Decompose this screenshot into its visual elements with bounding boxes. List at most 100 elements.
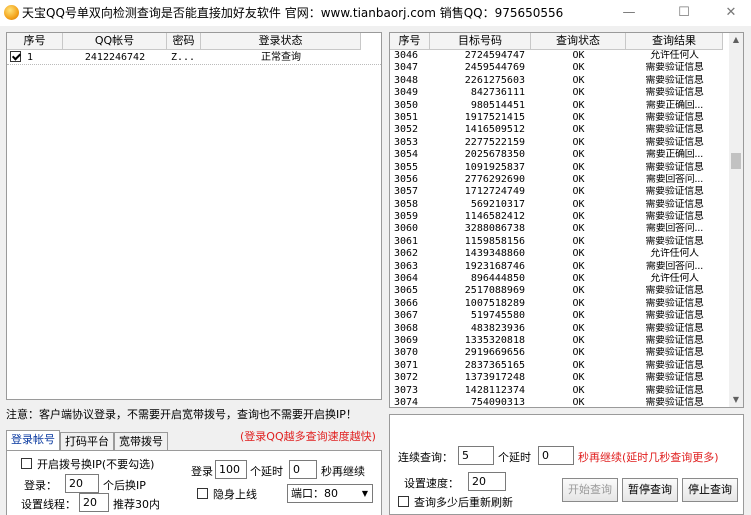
query-delay-input[interactable]: 0 [538, 446, 574, 465]
results-scrollbar[interactable]: ▲ ▼ [729, 33, 743, 407]
result-query-result: 需要验证信息 [645, 111, 704, 123]
results-list[interactable]: 序号 目标号码 查询状态 查询结果 3046 2724594747 OK 允许任何人 3… [389, 32, 744, 408]
maximize-button[interactable]: ☐ [664, 2, 704, 24]
result-query-result: 需要验证信息 [645, 297, 704, 309]
settings-tabs: 登录帐号 打码平台 宽带拨号 [6, 430, 168, 450]
column-header-seq[interactable]: 序号 [390, 33, 430, 49]
column-header-qq[interactable]: QQ帐号 [63, 33, 167, 49]
table-row[interactable]: 3067 519745580 OK 需要验证信息 [390, 310, 729, 322]
threads-suffix: 推荐30内 [113, 498, 160, 511]
table-row[interactable]: 3069 1335320818 OK 需要验证信息 [390, 335, 729, 347]
result-query-status: OK [572, 111, 585, 123]
table-row[interactable]: 3062 1439348860 OK 允许任何人 [390, 248, 729, 260]
column-header-query-status[interactable]: 查询状态 [531, 33, 626, 49]
table-row[interactable]: 3048 2261275603 OK 需要验证信息 [390, 75, 729, 87]
threads-input[interactable]: 20 [79, 493, 109, 512]
column-header-login-status[interactable]: 登录状态 [201, 33, 361, 49]
scroll-up-arrow-icon[interactable]: ▲ [729, 33, 743, 47]
table-row[interactable]: 3058 569210317 OK 需要验证信息 [390, 199, 729, 211]
start-query-button[interactable]: 开始查询 [562, 478, 618, 502]
table-row[interactable]: 3053 2277522159 OK 需要验证信息 [390, 137, 729, 149]
table-row[interactable]: 3064 896444850 OK 允许任何人 [390, 273, 729, 285]
enable-ip-switch-checkbox[interactable] [21, 458, 32, 469]
account-checkbox[interactable] [10, 51, 21, 62]
login-delay-input[interactable]: 0 [289, 460, 317, 479]
result-seq: 3072 [394, 372, 419, 384]
table-row[interactable]: 3070 2919669656 OK 需要验证信息 [390, 347, 729, 359]
table-row[interactable]: 3074 754090313 OK 需要验证信息 [390, 397, 729, 407]
result-query-status: OK [572, 161, 585, 173]
table-row[interactable]: 3065 2517088969 OK 需要验证信息 [390, 285, 729, 297]
table-row[interactable]: 3073 1428112374 OK 需要验证信息 [390, 385, 729, 397]
port-select-value: 端口：80 [291, 487, 338, 500]
table-row[interactable]: 3068 483823936 OK 需要验证信息 [390, 323, 729, 335]
column-header-seq[interactable]: 序号 [7, 33, 63, 49]
invisible-login-label: 隐身上线 [213, 488, 257, 501]
table-row[interactable]: 3046 2724594747 OK 允许任何人 [390, 50, 729, 62]
minimize-button[interactable]: — [609, 2, 649, 24]
column-header-password[interactable]: 密码 [167, 33, 201, 49]
table-row[interactable]: 3072 1373917248 OK 需要验证信息 [390, 372, 729, 384]
result-query-result: 需要验证信息 [645, 62, 704, 74]
result-target-number: 2517088969 [464, 285, 525, 297]
continuous-query-input[interactable]: 5 [458, 446, 494, 465]
result-target-number: 1712724749 [464, 186, 525, 198]
scroll-down-arrow-icon[interactable]: ▼ [729, 393, 743, 407]
refresh-after-label: 查询多少后重新刷新 [414, 496, 513, 509]
port-select[interactable]: 端口：80 ▼ [287, 484, 373, 503]
result-target-number: 519745580 [470, 310, 525, 322]
tab-login-accounts[interactable]: 登录帐号 [6, 430, 60, 450]
table-row[interactable]: 3066 1007518289 OK 需要验证信息 [390, 298, 729, 310]
table-row[interactable]: 3051 1917521415 OK 需要验证信息 [390, 112, 729, 124]
table-row[interactable]: 3052 1416509512 OK 需要验证信息 [390, 124, 729, 136]
stop-query-button[interactable]: 停止查询 [682, 478, 738, 502]
table-row[interactable]: 3057 1712724749 OK 需要验证信息 [390, 186, 729, 198]
table-row[interactable]: 3071 2837365165 OK 需要验证信息 [390, 360, 729, 372]
table-row[interactable]: 3054 2025678350 OK 需要正确回... [390, 149, 729, 161]
chevron-down-icon: ▼ [361, 489, 369, 498]
result-query-status: OK [572, 186, 585, 198]
result-target-number: 2724594747 [464, 50, 525, 61]
result-query-result: 需要验证信息 [645, 384, 704, 396]
table-row[interactable]: 3063 1923168746 OK 需要回答问... [390, 261, 729, 273]
result-query-status: OK [572, 211, 585, 223]
refresh-after-checkbox[interactable] [398, 496, 409, 507]
result-query-result: 需要验证信息 [645, 310, 704, 322]
close-button[interactable]: ✕ [711, 2, 751, 24]
scrollbar-thumb[interactable] [731, 153, 741, 169]
result-seq: 3058 [394, 198, 419, 210]
table-row[interactable]: 3055 1091925837 OK 需要验证信息 [390, 162, 729, 174]
result-target-number: 1091925837 [464, 161, 525, 173]
tab-broadband-dialup[interactable]: 宽带拨号 [114, 432, 168, 450]
result-target-number: 2837365165 [464, 359, 525, 371]
result-target-number: 1146582412 [464, 211, 525, 223]
result-target-number: 1923168746 [464, 260, 525, 272]
table-row[interactable]: 3047 2459544769 OK 需要验证信息 [390, 62, 729, 74]
login-batch-input[interactable]: 100 [215, 460, 247, 479]
result-query-status: OK [572, 74, 585, 86]
table-row[interactable]: 1 2412246742 Z... 正常查询 [7, 50, 381, 65]
table-row[interactable]: 3060 3288086738 OK 需要回答问... [390, 223, 729, 235]
result-query-status: OK [572, 124, 585, 136]
result-seq: 3073 [394, 384, 419, 396]
tab-captcha-platform[interactable]: 打码平台 [60, 432, 114, 450]
result-seq: 3050 [394, 99, 419, 111]
login-count-input[interactable]: 20 [65, 474, 99, 493]
speed-input[interactable]: 20 [468, 472, 506, 491]
enable-ip-switch-label: 开启拨号换IP(不要勾选) [37, 458, 155, 471]
table-row[interactable]: 3059 1146582412 OK 需要验证信息 [390, 211, 729, 223]
table-row[interactable]: 3050 980514451 OK 需要正确回... [390, 100, 729, 112]
table-row[interactable]: 3049 842736111 OK 需要验证信息 [390, 87, 729, 99]
result-query-status: OK [572, 173, 585, 185]
column-header-target-number[interactable]: 目标号码 [430, 33, 531, 49]
table-row[interactable]: 3061 1159858156 OK 需要验证信息 [390, 236, 729, 248]
pause-query-button[interactable]: 暂停查询 [622, 478, 678, 502]
result-target-number: 1416509512 [464, 124, 525, 136]
table-row[interactable]: 3056 2776292690 OK 需要回答问... [390, 174, 729, 186]
result-seq: 3053 [394, 136, 419, 148]
column-header-query-result[interactable]: 查询结果 [626, 33, 723, 49]
result-query-result: 需要验证信息 [645, 235, 704, 247]
invisible-login-checkbox[interactable] [197, 488, 208, 499]
accounts-list[interactable]: 序号 QQ帐号 密码 登录状态 1 2412246742 Z... 正常查询 [6, 32, 382, 400]
result-seq: 3047 [394, 62, 419, 74]
